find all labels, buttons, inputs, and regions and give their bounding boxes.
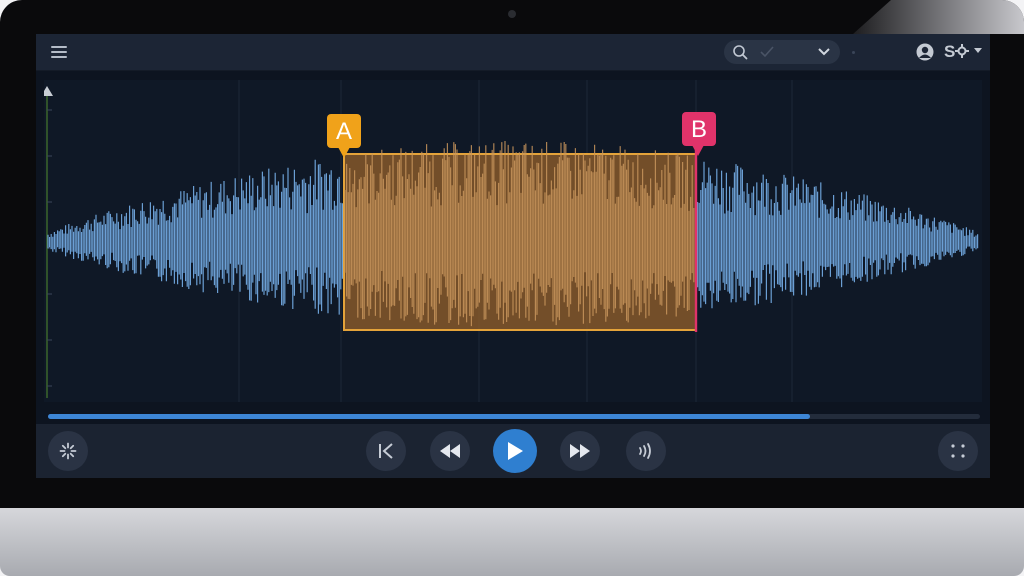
- playback-progress-fill: [48, 414, 811, 419]
- chevron-down-icon[interactable]: [818, 47, 830, 57]
- rewind-icon: [440, 444, 460, 458]
- waveform-canvas[interactable]: A B: [44, 80, 982, 402]
- play-button[interactable]: [493, 429, 537, 473]
- monitor-bezel: S A B: [0, 0, 1024, 508]
- more-icon: [951, 444, 965, 458]
- screen-glare: [853, 0, 1024, 34]
- transport-bar: [36, 424, 990, 478]
- more-options-button[interactable]: [938, 431, 978, 471]
- user-icon[interactable]: [916, 43, 934, 61]
- settings-icon: [955, 44, 970, 58]
- play-icon: [508, 442, 523, 460]
- effects-button[interactable]: [48, 431, 88, 471]
- check-icon: [760, 46, 774, 58]
- search-box[interactable]: [724, 40, 840, 64]
- search-icon: [733, 45, 748, 60]
- marker-b-label: B: [691, 116, 707, 143]
- waveform-editor[interactable]: A B: [44, 80, 982, 402]
- skip-start-icon: [379, 443, 393, 459]
- caret-down-icon[interactable]: [974, 48, 982, 53]
- settings-menu[interactable]: S: [944, 40, 970, 64]
- separator-dot: [852, 51, 855, 54]
- menu-icon[interactable]: [51, 46, 67, 58]
- rewind-button[interactable]: [430, 431, 470, 471]
- sparkle-icon: [59, 442, 77, 460]
- monitor-stand-chin: [0, 508, 1024, 576]
- fast-forward-button[interactable]: [560, 431, 600, 471]
- app-window: S A B: [36, 34, 990, 478]
- top-bar: S: [36, 34, 990, 71]
- camera: [508, 10, 516, 18]
- marker-a-label: A: [336, 118, 352, 145]
- sound-waves-icon: [639, 443, 651, 459]
- audio-output-button[interactable]: [626, 431, 666, 471]
- playback-progress[interactable]: [48, 414, 980, 419]
- settings-label: S: [944, 42, 955, 61]
- skip-to-start-button[interactable]: [366, 431, 406, 471]
- fast-forward-icon: [570, 444, 590, 458]
